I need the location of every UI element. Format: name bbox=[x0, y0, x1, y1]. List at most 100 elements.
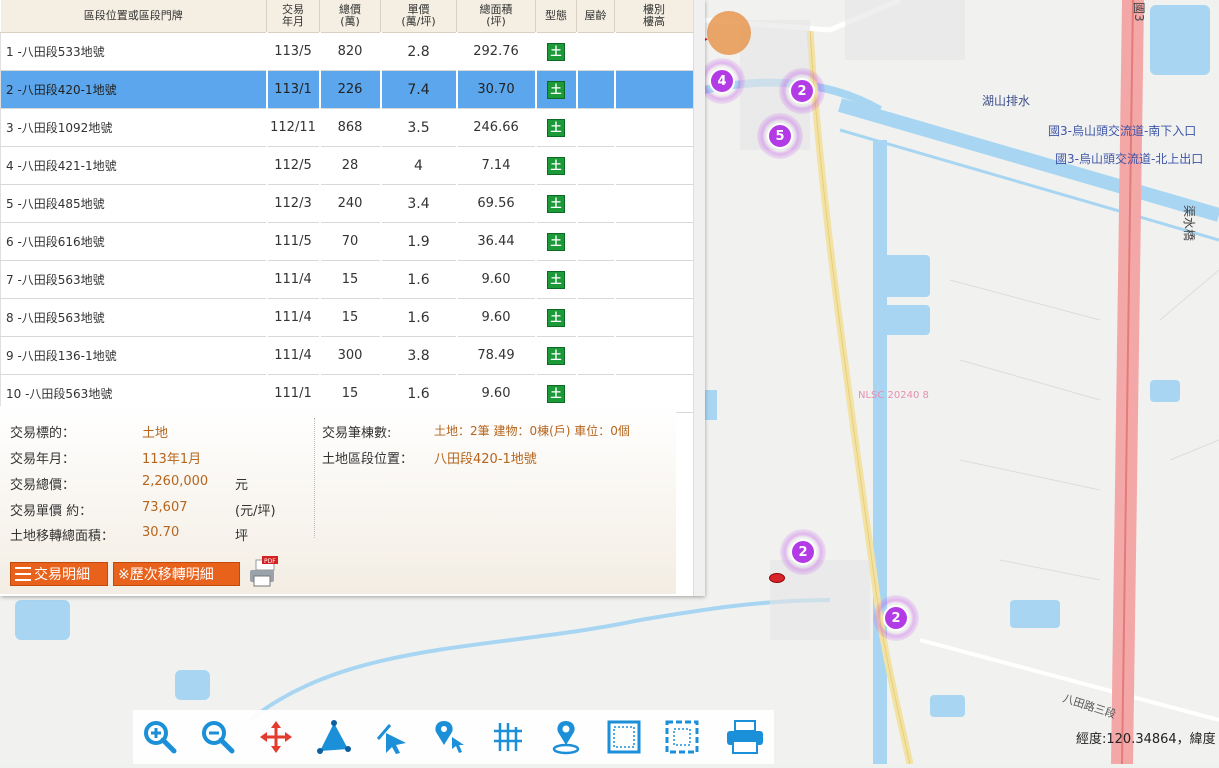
col-header-total[interactable]: 總價 (萬) bbox=[319, 0, 381, 33]
table-row[interactable]: 9 -八田段136-1地號 111/4 300 3.8 78.49 土 bbox=[0, 336, 695, 375]
detail-total-value: 2,260,000 bbox=[142, 474, 209, 489]
row-unit-price: 3.8 bbox=[380, 336, 458, 375]
row-address: 9 -八田段136-1地號 bbox=[0, 336, 268, 375]
detail-unit-label: 交易單價 約： bbox=[10, 504, 93, 519]
select-icon[interactable] bbox=[365, 710, 419, 764]
row-floor bbox=[614, 336, 695, 375]
col-header-floor[interactable]: 樓別 樓高 bbox=[614, 0, 694, 33]
table-row[interactable]: 6 -八田段616地號 111/5 70 1.9 36.44 土 bbox=[0, 222, 695, 261]
detail-area-unit: 坪 bbox=[235, 529, 249, 544]
row-floor bbox=[614, 184, 695, 223]
table-row[interactable]: 8 -八田段563地號 111/4 15 1.6 9.60 土 bbox=[0, 298, 695, 337]
table-row[interactable]: 3 -八田段1092地號 112/11 868 3.5 246.66 土 bbox=[0, 108, 695, 147]
row-address: 1 -八田段533地號 bbox=[0, 32, 268, 71]
table-header-row: 區段位置或區段門牌 交易 年月 總價 (萬) 單價 (萬/坪) 總面積 (坪) … bbox=[0, 0, 694, 33]
table-row[interactable]: 2 -八田段420-1地號 113/1 226 7.4 30.70 土 bbox=[0, 70, 695, 109]
col-header-date[interactable]: 交易 年月 bbox=[266, 0, 320, 33]
row-age bbox=[576, 222, 616, 261]
row-type: 土 bbox=[535, 222, 578, 261]
row-unit-price: 7.4 bbox=[380, 70, 458, 109]
row-address: 7 -八田段563地號 bbox=[0, 260, 268, 299]
land-type-icon: 土 bbox=[547, 270, 565, 289]
land-type-icon: 土 bbox=[547, 156, 565, 175]
row-age bbox=[576, 184, 616, 223]
row-type: 土 bbox=[535, 32, 578, 71]
row-address: 2 -八田段420-1地號 bbox=[0, 70, 268, 109]
row-date: 111/5 bbox=[266, 222, 321, 261]
table-row[interactable]: 4 -八田段421-1地號 112/5 28 4 7.14 土 bbox=[0, 146, 695, 185]
row-age bbox=[576, 70, 616, 109]
list-icon bbox=[15, 567, 31, 581]
row-unit-price: 4 bbox=[380, 146, 458, 185]
row-total-price: 868 bbox=[319, 108, 382, 147]
measure-area-icon[interactable] bbox=[307, 710, 361, 764]
row-total-price: 240 bbox=[319, 184, 382, 223]
detail-area-label: 土地移轉總面積： bbox=[10, 529, 115, 544]
col-header-area[interactable]: 總面積 (坪) bbox=[456, 0, 536, 33]
row-total-price: 820 bbox=[319, 32, 382, 71]
land-type-icon: 土 bbox=[547, 308, 565, 327]
row-age bbox=[576, 298, 616, 337]
land-type-icon: 土 bbox=[547, 42, 565, 61]
detail-count-value: 土地：2筆 建物：0棟(戶) 車位：0個 bbox=[434, 424, 630, 438]
detail-count-label: 交易筆棟數: bbox=[322, 426, 392, 441]
detail-divider bbox=[314, 418, 315, 538]
panel-scrollbar[interactable] bbox=[693, 0, 705, 596]
row-date: 112/5 bbox=[266, 146, 321, 185]
frame-icon[interactable] bbox=[597, 710, 651, 764]
row-address: 5 -八田段485地號 bbox=[0, 184, 268, 223]
transfer-history-label: ※歷次移轉明細 bbox=[118, 567, 214, 583]
row-date: 111/4 bbox=[266, 260, 321, 299]
detail-ym-label: 交易年月： bbox=[10, 452, 76, 467]
location-pin-icon[interactable] bbox=[539, 710, 593, 764]
row-type: 土 bbox=[535, 70, 578, 109]
row-floor bbox=[614, 146, 695, 185]
row-address: 3 -八田段1092地號 bbox=[0, 108, 268, 147]
row-floor bbox=[614, 108, 695, 147]
row-unit-price: 2.8 bbox=[380, 32, 458, 71]
row-date: 113/1 bbox=[266, 70, 321, 109]
row-total-price: 226 bbox=[319, 70, 382, 109]
frame-dashed-icon[interactable] bbox=[655, 710, 709, 764]
row-date: 113/5 bbox=[266, 32, 321, 71]
transaction-details-label: 交易明細 bbox=[34, 567, 90, 583]
row-area: 78.49 bbox=[456, 336, 537, 375]
table-row[interactable]: 7 -八田段563地號 111/4 15 1.6 9.60 土 bbox=[0, 260, 695, 299]
svg-text:PDF: PDF bbox=[264, 558, 276, 565]
transaction-details-button[interactable]: 交易明細 bbox=[10, 562, 108, 586]
land-type-icon: 土 bbox=[547, 118, 565, 137]
row-floor bbox=[614, 222, 695, 261]
row-date: 112/3 bbox=[266, 184, 321, 223]
header-text: 交易 年月 bbox=[282, 3, 304, 28]
pdf-print-icon[interactable]: PDF bbox=[246, 556, 278, 588]
row-area: 36.44 bbox=[456, 222, 537, 261]
col-header-age[interactable]: 屋齡 bbox=[576, 0, 615, 33]
pan-icon[interactable] bbox=[249, 710, 303, 764]
header-text: 總價 (萬) bbox=[339, 3, 361, 28]
zoom-out-icon[interactable] bbox=[191, 710, 245, 764]
table-row[interactable]: 1 -八田段533地號 113/5 820 2.8 292.76 土 bbox=[0, 32, 695, 71]
zoom-in-icon[interactable] bbox=[133, 710, 187, 764]
col-header-address[interactable]: 區段位置或區段門牌 bbox=[0, 0, 267, 33]
table-row[interactable]: 5 -八田段485地號 112/3 240 3.4 69.56 土 bbox=[0, 184, 695, 223]
row-age bbox=[576, 108, 616, 147]
transfer-history-button[interactable]: ※歷次移轉明細 bbox=[113, 562, 240, 586]
row-total-price: 15 bbox=[319, 298, 382, 337]
col-header-type[interactable]: 型態 bbox=[535, 0, 577, 33]
locate-click-icon[interactable] bbox=[423, 710, 477, 764]
row-floor bbox=[614, 298, 695, 337]
row-type: 土 bbox=[535, 298, 578, 337]
col-header-unit[interactable]: 單價 (萬/坪) bbox=[380, 0, 457, 33]
row-unit-price: 3.4 bbox=[380, 184, 458, 223]
row-address: 6 -八田段616地號 bbox=[0, 222, 268, 261]
detail-target-label: 交易標的： bbox=[10, 426, 76, 441]
printer-icon[interactable] bbox=[718, 710, 772, 764]
row-age bbox=[576, 146, 616, 185]
row-floor bbox=[614, 260, 695, 299]
row-address: 8 -八田段563地號 bbox=[0, 298, 268, 337]
grid-icon[interactable] bbox=[481, 710, 535, 764]
row-area: 69.56 bbox=[456, 184, 537, 223]
header-text: 總面積 (坪) bbox=[479, 3, 513, 28]
header-text: 單價 (萬/坪) bbox=[401, 3, 436, 28]
row-unit-price: 3.5 bbox=[380, 108, 458, 147]
